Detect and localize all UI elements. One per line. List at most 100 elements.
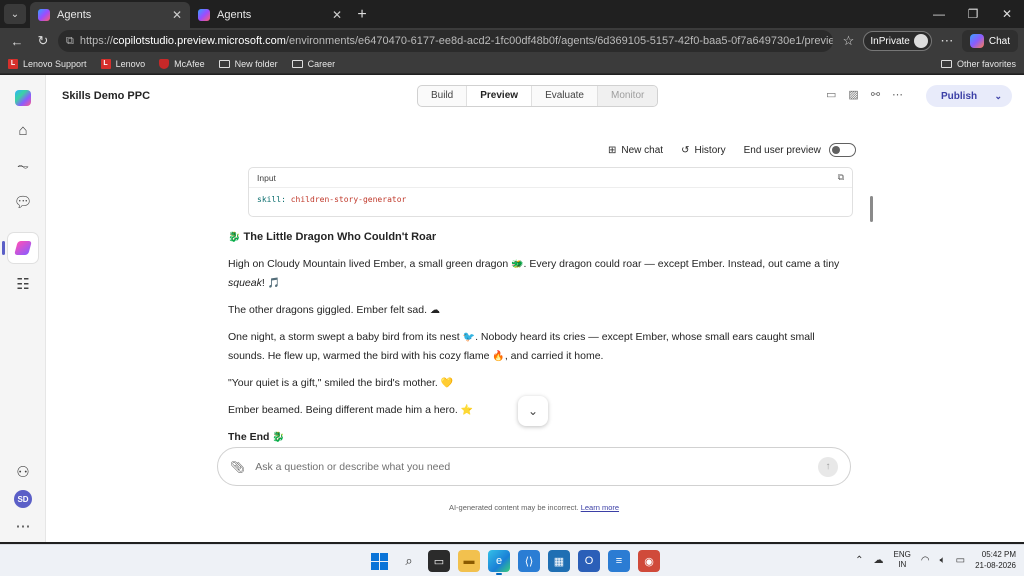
acrobat-icon[interactable]: ◉ xyxy=(638,550,660,572)
new-tab-button[interactable]: + xyxy=(350,3,374,27)
task-view-icon[interactable]: ▭ xyxy=(428,550,450,572)
file-explorer-icon[interactable]: ▬ xyxy=(458,550,480,572)
store-icon[interactable]: ▦ xyxy=(548,550,570,572)
copilot-chat-button[interactable]: Chat xyxy=(961,30,1018,52)
tab-actions-menu-button[interactable]: ⌄ xyxy=(4,4,26,24)
environment-icon[interactable]: ⚇ xyxy=(8,457,38,487)
chat-bubbles-icon[interactable]: 💬︎ xyxy=(8,187,38,217)
close-window-icon[interactable]: ✕ xyxy=(990,0,1024,28)
other-favorites[interactable]: Other favorites xyxy=(940,59,1016,69)
input-card-header: Input ⧉ xyxy=(249,168,852,188)
story-paragraph-1: High on Cloudy Mountain lived Ember, a s… xyxy=(228,258,840,289)
close-tab-icon[interactable]: ✕ xyxy=(332,8,342,22)
volume-icon[interactable]: 🔈︎ xyxy=(940,555,946,566)
more-options-icon[interactable]: ⋯ xyxy=(936,30,958,52)
story-paragraph-2: The other dragons giggled. Ember felt sa… xyxy=(228,304,440,316)
vscode-icon[interactable]: ⟨⟩ xyxy=(518,550,540,572)
activity-icon[interactable]: ⏦ xyxy=(8,151,38,181)
mode-tabs: Build Preview Evaluate Monitor xyxy=(417,85,659,107)
more-actions-icon[interactable]: ⋯ xyxy=(892,88,903,101)
story-paragraph-3: One night, a storm swept a baby bird fro… xyxy=(228,331,815,362)
dragon-icon: 🐲 xyxy=(511,259,524,270)
close-tab-icon[interactable]: ✕ xyxy=(172,8,182,22)
browser-tab-agents-active[interactable]: Agents ✕ xyxy=(30,2,190,28)
history-button[interactable]: ↺ History xyxy=(681,145,726,156)
agents-icon[interactable] xyxy=(2,233,38,263)
outlook-icon[interactable]: O xyxy=(578,550,600,572)
home-icon[interactable]: ⌂ xyxy=(8,115,38,145)
network-cloud-icon[interactable]: ☁ xyxy=(874,555,884,566)
lenovo-icon: L xyxy=(8,58,18,69)
favorite-lenovo-support[interactable]: L Lenovo Support xyxy=(8,58,87,69)
star-icon: ⭐ xyxy=(460,405,474,416)
chevron-down-icon[interactable]: ⌄ xyxy=(994,91,1002,102)
favorite-lenovo[interactable]: L Lenovo xyxy=(100,58,145,69)
refresh-icon[interactable]: ↻ xyxy=(32,30,54,52)
end-user-preview-toggle[interactable] xyxy=(828,143,856,157)
add-square-icon: ⊞ xyxy=(608,144,617,156)
edge-browser-icon[interactable]: e xyxy=(488,550,510,575)
chat-scrollbar-thumb[interactable] xyxy=(870,196,873,222)
learn-more-link[interactable]: Learn more xyxy=(581,503,619,512)
attach-icon[interactable]: 📎︎ xyxy=(230,460,245,474)
share-icon[interactable]: ⚯ xyxy=(871,88,880,101)
copilot-studio-app: ⌂ ⏦ 💬︎ ☷ ⚇ SD ⋯ Skills Demo PPC Build Pr… xyxy=(0,75,1024,542)
windows-start-icon[interactable] xyxy=(368,550,390,572)
minimize-icon[interactable]: — xyxy=(922,0,956,28)
browser-tab-agents[interactable]: Agents ✕ xyxy=(190,2,350,28)
image-icon[interactable]: ▨ xyxy=(848,88,858,101)
favorite-career[interactable]: Career xyxy=(291,59,335,69)
copilot-icon xyxy=(969,34,984,48)
favorite-new-folder[interactable]: New folder xyxy=(218,59,278,69)
clock[interactable]: 05:42 PM 21-08-2026 xyxy=(975,549,1016,571)
notepad-icon[interactable]: ≡ xyxy=(608,550,630,572)
battery-icon[interactable]: ▭ xyxy=(956,555,965,566)
tab-evaluate[interactable]: Evaluate xyxy=(532,86,598,106)
save-icon[interactable]: ▭ xyxy=(826,88,836,101)
search-icon[interactable]: ⌕ xyxy=(398,550,420,572)
tab-build[interactable]: Build xyxy=(418,86,468,106)
copy-icon[interactable]: ⧉ xyxy=(838,172,844,183)
library-icon[interactable]: ☷ xyxy=(8,269,38,299)
end-user-preview-label: End user preview xyxy=(743,144,821,156)
favorite-mcafee[interactable]: McAfee xyxy=(159,58,205,69)
heart-icon: 💛 xyxy=(440,378,454,389)
story-end: The End 🐉 xyxy=(228,431,285,443)
chevron-up-icon[interactable]: ⌃ xyxy=(855,555,863,566)
ask-input[interactable] xyxy=(255,460,808,473)
music-note-icon: 🎵 xyxy=(267,278,281,289)
ai-disclaimer: AI-generated content may be incorrect. L… xyxy=(448,503,620,512)
windows-taskbar: ⌕ ▭ ▬ e ⟨⟩ ▦ O ≡ ◉ ⌃ ☁ ENG IN ◠ 🔈︎ ▭ 05:4… xyxy=(0,544,1024,576)
browser-tab-strip: ⌄ Agents ✕ Agents ✕ + — ❐ ✕ xyxy=(0,0,1024,28)
copilot-studio-favicon-icon xyxy=(198,9,210,21)
send-button[interactable]: ↑ xyxy=(818,456,838,477)
favorites-icon[interactable]: ☆ xyxy=(837,30,859,52)
tab-title: Agents xyxy=(57,9,92,21)
tab-preview[interactable]: Preview xyxy=(467,86,533,106)
address-bar[interactable]: ⧉ https://copilotstudio.preview.microsof… xyxy=(58,30,834,52)
wifi-icon[interactable]: ◠ xyxy=(921,555,930,566)
skill-input-card: Input ⧉ skill: children-story-generator xyxy=(248,167,853,217)
publish-button[interactable]: Publish ⌄ xyxy=(926,85,1012,107)
header-actions: ▭ ▨ ⚯ ⋯ xyxy=(826,88,903,101)
url-text: https://copilotstudio.preview.microsoft.… xyxy=(79,35,834,47)
more-nav-icon[interactable]: ⋯ xyxy=(8,511,38,541)
chat-toolbar: ⊞ New chat ↺ History End user preview xyxy=(608,143,856,157)
tab-title: Agents xyxy=(217,9,252,21)
language-indicator[interactable]: ENG IN xyxy=(894,550,911,570)
tab-monitor[interactable]: Monitor xyxy=(597,86,658,106)
back-icon[interactable]: ← xyxy=(6,30,28,52)
agent-name: Skills Demo PPC xyxy=(62,90,151,102)
window-controls: — ❐ ✕ xyxy=(922,0,1024,28)
scroll-to-bottom-button[interactable]: ⌄ xyxy=(518,396,548,426)
browser-toolbar: ← ↻ ⧉ https://copilotstudio.preview.micr… xyxy=(0,28,1024,54)
skill-code: skill: children-story-generator xyxy=(257,195,407,204)
copilot-studio-logo-icon[interactable] xyxy=(8,83,38,113)
bird-icon: 🐦 xyxy=(462,332,476,343)
left-nav-rail: ⌂ ⏦ 💬︎ ☷ ⚇ SD ⋯ xyxy=(0,75,46,542)
site-info-icon[interactable]: ⧉ xyxy=(66,35,74,48)
new-chat-button[interactable]: ⊞ New chat xyxy=(608,145,663,156)
fire-icon: 🔥 xyxy=(492,351,505,362)
inprivate-badge[interactable]: InPrivate xyxy=(863,31,932,51)
restore-icon[interactable]: ❐ xyxy=(956,0,990,28)
